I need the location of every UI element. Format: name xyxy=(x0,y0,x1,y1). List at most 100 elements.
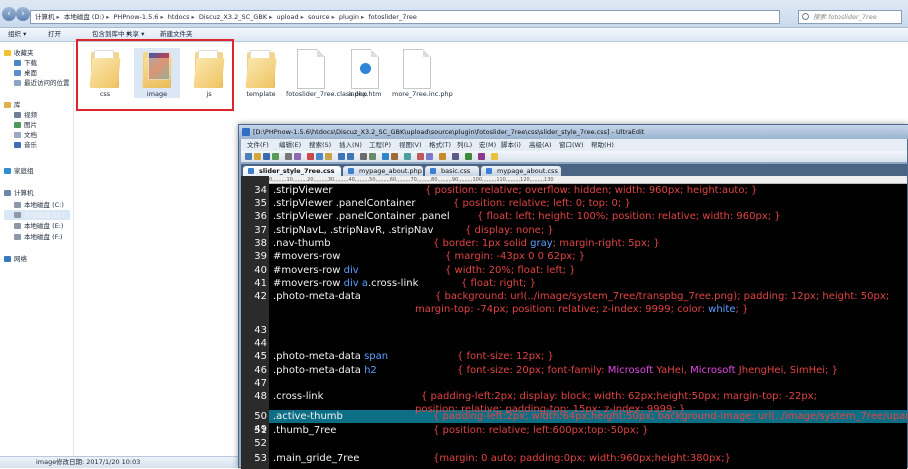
replace-icon[interactable] xyxy=(369,153,376,160)
breadcrumb-item[interactable]: 本地磁盘 (D:) xyxy=(64,11,104,23)
menu-column[interactable]: 列(L) xyxy=(457,139,472,151)
css-selector: .nav-thumb xyxy=(273,238,331,249)
bookmark-icon[interactable] xyxy=(417,153,424,160)
tab-label: mypage_about.php xyxy=(359,167,422,175)
breadcrumb-item[interactable]: fotoslider_7ree xyxy=(368,11,417,23)
nav-downloads[interactable]: 下载 xyxy=(14,58,37,68)
nav-drive-c[interactable]: 本地磁盘 (C:) xyxy=(14,200,64,210)
line-number: 42 xyxy=(254,291,267,302)
nav-homegroup[interactable]: 家庭组 xyxy=(4,166,34,176)
nav-drive-f[interactable]: 本地磁盘 (F:) xyxy=(14,232,63,242)
css-selector: .photo-meta-data xyxy=(273,291,361,302)
css-declaration: { background: url(../image/system_7ree/t… xyxy=(435,291,890,302)
nav-documents[interactable]: 文档 xyxy=(14,130,37,140)
breadcrumb-item[interactable]: 计算机 xyxy=(35,11,55,23)
menu-macro[interactable]: 宏(M) xyxy=(479,139,496,151)
organize-button[interactable]: 组织 ▾ xyxy=(8,28,26,41)
compare-icon[interactable] xyxy=(465,153,472,160)
print-preview-icon[interactable] xyxy=(294,153,301,160)
breadcrumb-item[interactable]: source xyxy=(308,11,330,23)
line-number: 43 xyxy=(254,325,267,336)
search-input[interactable]: 搜索 fotoslider_7ree xyxy=(798,10,902,24)
nav-desktop[interactable]: 桌面 xyxy=(14,68,37,78)
line-number: 52 xyxy=(254,438,267,449)
tab-slider-style-css[interactable]: slider_style_7ree.css xyxy=(243,166,341,176)
ftp-icon[interactable] xyxy=(452,153,459,160)
tab-basic-css[interactable]: basic.css xyxy=(425,166,479,176)
menu-search[interactable]: 搜索(S) xyxy=(309,139,331,151)
nav-recent[interactable]: 最近访问的位置 xyxy=(14,78,70,88)
line-number: 41 xyxy=(254,278,267,289)
file-class-php[interactable]: fotoslider_7ree.class.php xyxy=(286,48,367,98)
css-selector: #movers-row xyxy=(273,251,341,262)
redo-icon[interactable] xyxy=(347,153,354,160)
css-declaration: { border: 1px solid gray; margin-right: … xyxy=(433,238,660,249)
copy-icon[interactable] xyxy=(316,153,323,160)
css-declaration: { position: relative; left:600px;top:-50… xyxy=(433,425,649,436)
new-file-icon[interactable] xyxy=(245,153,252,160)
save-all-icon[interactable] xyxy=(272,153,279,160)
print-icon[interactable] xyxy=(285,153,292,160)
breadcrumb-item[interactable]: PHPnow-1.5.6 xyxy=(114,11,159,23)
forward-button[interactable]: › xyxy=(16,7,30,21)
file-label: index.htm xyxy=(348,90,382,98)
line-number: 38 xyxy=(254,238,267,249)
menu-project[interactable]: 工程(P) xyxy=(369,139,391,151)
column-mode-icon[interactable] xyxy=(391,153,398,160)
nav-music[interactable]: 音乐 xyxy=(14,140,37,150)
menu-file[interactable]: 文件(F) xyxy=(247,139,269,151)
nav-favorites[interactable]: 收藏夹 xyxy=(4,48,34,58)
css-declaration: { display: none; } xyxy=(465,225,554,236)
nav-pictures[interactable]: 图片 xyxy=(14,120,37,130)
line-number: 44 xyxy=(254,338,267,349)
open-button[interactable]: 打开 xyxy=(48,28,61,41)
file-more-inc-php[interactable]: more_7ree.inc.php xyxy=(392,48,453,98)
tab-label: slider_style_7ree.css xyxy=(259,167,335,175)
cut-icon[interactable] xyxy=(307,153,314,160)
help-icon[interactable] xyxy=(491,153,498,160)
undo-icon[interactable] xyxy=(338,153,345,160)
menu-script[interactable]: 脚本(i) xyxy=(501,139,521,151)
tab-mypage-about-css[interactable]: mypage_about.css xyxy=(481,166,561,176)
menu-advanced[interactable]: 高级(A) xyxy=(529,139,552,151)
nav-videos[interactable]: 视频 xyxy=(14,110,37,120)
menu-insert[interactable]: 插入(N) xyxy=(339,139,362,151)
menu-edit[interactable]: 编辑(E) xyxy=(279,139,301,151)
php-file-icon xyxy=(297,49,325,89)
file-index-htm[interactable]: index.htm xyxy=(342,48,388,98)
word-wrap-icon[interactable] xyxy=(382,153,389,160)
hex-mode-icon[interactable] xyxy=(404,153,411,160)
address-field[interactable]: 计算机 ▸ 本地磁盘 (D:) ▸ PHPnow-1.5.6 ▸ htdocs ▸ Di… xyxy=(30,10,780,24)
nav-drive-e[interactable]: 本地磁盘 (E:) xyxy=(14,221,63,231)
folder-template[interactable]: template xyxy=(238,48,284,98)
back-button[interactable]: ‹ xyxy=(2,7,16,21)
breadcrumb-item[interactable]: htdocs xyxy=(168,11,190,23)
menu-window[interactable]: 窗口(W) xyxy=(559,139,584,151)
tab-label: basic.css xyxy=(441,167,471,175)
line-number: 50 xyxy=(254,411,267,422)
menu-help[interactable]: 帮助(H) xyxy=(591,139,614,151)
code-editor[interactable]: .stripViewer { position: relative; overf… xyxy=(269,184,907,469)
line-number: 45 xyxy=(254,351,267,362)
paste-icon[interactable] xyxy=(325,153,332,160)
css-file-icon xyxy=(486,168,492,174)
nav-drive-d[interactable]: 本地磁盘 (D:) xyxy=(4,210,70,220)
breadcrumb-item[interactable]: plugin xyxy=(339,11,359,23)
save-icon[interactable] xyxy=(263,153,270,160)
find-icon[interactable] xyxy=(360,153,367,160)
css-declaration: { width: 20%; float: left; } xyxy=(445,265,576,276)
breadcrumb-item[interactable]: Discuz_X3.2_SC_GBK xyxy=(199,11,267,23)
open-file-icon[interactable] xyxy=(254,153,261,160)
nav-libraries[interactable]: 库 xyxy=(4,100,21,110)
menu-format[interactable]: 格式(T) xyxy=(429,139,451,151)
macro-icon[interactable] xyxy=(426,153,433,160)
tab-mypage-about-php[interactable]: mypage_about.php xyxy=(343,166,423,176)
browser-view-icon[interactable] xyxy=(439,153,446,160)
css-selector: .photo-meta-data h2 xyxy=(273,365,377,376)
breadcrumb-item[interactable]: upload xyxy=(277,11,299,23)
nav-network[interactable]: 网络 xyxy=(4,254,27,264)
spell-check-icon[interactable] xyxy=(478,153,485,160)
menu-view[interactable]: 视图(V) xyxy=(399,139,422,151)
search-icon xyxy=(802,13,809,20)
nav-computer[interactable]: 计算机 xyxy=(4,188,34,198)
